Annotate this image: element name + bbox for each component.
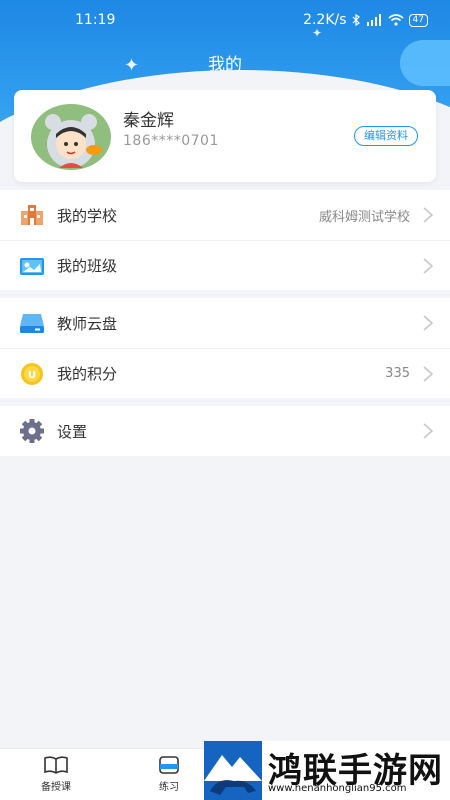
menu-item-my-points[interactable]: U 我的积分 335 (0, 348, 450, 398)
tab-practice[interactable]: 练习 (139, 755, 199, 793)
menu-item-value: 335 (385, 366, 410, 381)
gear-icon (20, 419, 44, 443)
wifi-icon (388, 14, 404, 26)
chevron-right-icon (423, 207, 434, 223)
menu-item-settings[interactable]: 设置 (0, 406, 450, 456)
school-building-icon (21, 205, 43, 225)
menu-group-settings: 设置 (0, 406, 450, 456)
menu-item-label: 我的班级 (57, 257, 118, 275)
menu-group-school: 我的学校 威科姆测试学校 我的班级 (0, 190, 450, 290)
network-speed: 2.2K/s (303, 12, 347, 28)
menu-item-my-class[interactable]: 我的班级 (0, 240, 450, 290)
chevron-right-icon (423, 366, 434, 382)
edit-profile-button[interactable]: 编辑资料 (354, 126, 418, 146)
menu-item-label: 我的积分 (57, 365, 118, 383)
battery-icon: 47 (408, 13, 428, 27)
watermark-logo (204, 741, 262, 800)
watermark-url: www.henanhonglian95.com (268, 783, 407, 794)
points-coin-icon: U (21, 363, 43, 385)
status-bar: 11:19 2.2K/s 47 (0, 10, 450, 32)
open-book-icon (44, 756, 68, 774)
tab-label: 练习 (159, 782, 179, 793)
menu-group-resources: 教师云盘 U 我的积分 335 (0, 298, 450, 398)
chevron-right-icon (423, 423, 434, 439)
menu-item-label: 教师云盘 (57, 314, 118, 333)
class-board-icon (20, 258, 44, 275)
profile-card[interactable]: 秦金辉 186****0701 编辑资料 (14, 90, 436, 182)
menu-item-value: 威科姆测试学校 (318, 209, 410, 225)
menu-item-label: 设置 (57, 422, 88, 441)
practice-icon (159, 756, 179, 774)
bluetooth-icon (352, 14, 360, 26)
signal-icon (366, 14, 381, 26)
watermark-banner: 鸿联手游网 www.henanhonglian95.com (204, 741, 450, 800)
chevron-right-icon (423, 258, 434, 274)
username: 秦金辉 (123, 111, 174, 131)
phone-number: 186****0701 (123, 133, 219, 149)
tab-label: 备授课 (41, 782, 71, 793)
status-time: 11:19 (75, 12, 116, 28)
avatar[interactable] (31, 104, 111, 170)
avatar-image (45, 114, 102, 168)
svg-text:U: U (28, 370, 36, 381)
menu-item-label: 我的学校 (57, 206, 118, 225)
menu-item-my-school[interactable]: 我的学校 威科姆测试学校 (0, 190, 450, 240)
tab-lesson-prep[interactable]: 备授课 (26, 755, 86, 793)
page-title: 我的 (208, 55, 242, 75)
status-indicators: 2.2K/s 47 (303, 12, 428, 28)
cloud-drive-icon (20, 314, 44, 333)
menu-item-cloud-drive[interactable]: 教师云盘 (0, 298, 450, 348)
chevron-right-icon (423, 315, 434, 331)
